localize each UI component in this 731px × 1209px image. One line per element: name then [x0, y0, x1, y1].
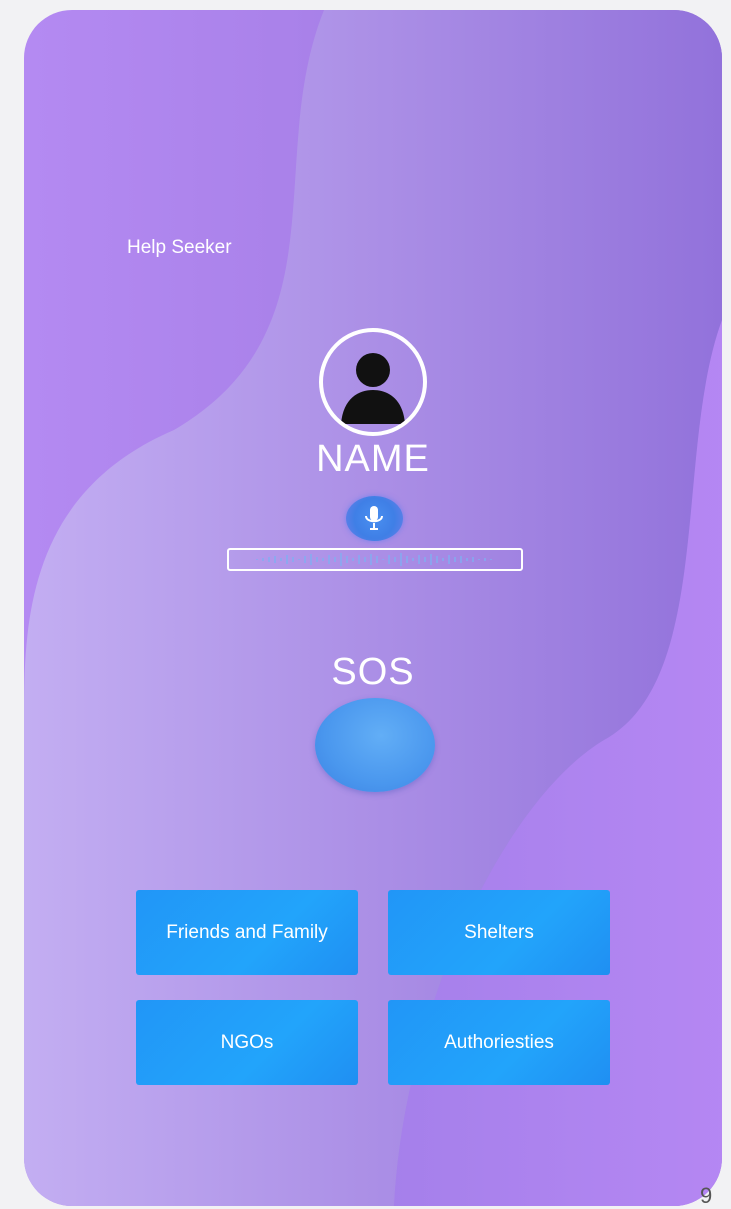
- ngos-button[interactable]: NGOs: [136, 1000, 358, 1085]
- shelters-label: Shelters: [464, 922, 534, 943]
- authorities-label: Authoriesties: [444, 1032, 554, 1053]
- name-label: NAME: [316, 438, 430, 480]
- audio-waveform-icon: [256, 553, 492, 566]
- background-waves: [24, 10, 722, 1206]
- shelters-button[interactable]: Shelters: [388, 890, 610, 975]
- avatar-silhouette: [341, 353, 405, 424]
- page-number: 9: [700, 1183, 713, 1208]
- authorities-button[interactable]: Authoriesties: [388, 1000, 610, 1085]
- phone-screen: Help Seeker NAME SOS Friends and Family …: [24, 10, 722, 1206]
- friends-and-family-label: Friends and Family: [166, 922, 328, 943]
- voice-input-field[interactable]: [227, 548, 523, 571]
- ngos-label: NGOs: [220, 1032, 274, 1053]
- app-title: Help Seeker: [127, 237, 232, 258]
- microphone-icon: [365, 506, 383, 530]
- microphone-button[interactable]: [346, 496, 403, 541]
- friends-and-family-button[interactable]: Friends and Family: [136, 890, 358, 975]
- sos-button[interactable]: [315, 698, 435, 792]
- sos-label: SOS: [331, 651, 415, 693]
- user-avatar-icon[interactable]: [319, 328, 427, 436]
